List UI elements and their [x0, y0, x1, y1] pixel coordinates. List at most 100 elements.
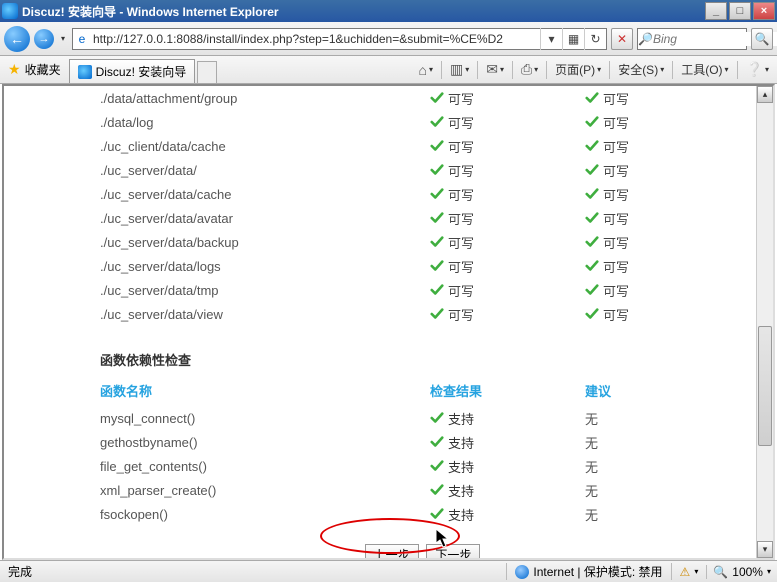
check-icon	[430, 483, 444, 497]
dir-writable: 可写	[430, 233, 585, 252]
help-icon: ❔	[746, 61, 763, 78]
scroll-up-button[interactable]: ▴	[757, 86, 773, 103]
maximize-button[interactable]: □	[729, 2, 751, 20]
check-icon	[430, 115, 444, 129]
window-titlebar: Discuz! 安装向导 - Windows Internet Explorer…	[0, 0, 777, 22]
dir-path: ./uc_server/data/	[100, 163, 430, 178]
func-suggest: 无	[585, 433, 740, 452]
tools-menu[interactable]: 工具(O)▾	[677, 59, 732, 81]
history-dropdown-icon[interactable]: ▾	[540, 28, 562, 50]
forward-button[interactable]: →	[34, 29, 54, 49]
separator	[546, 61, 547, 79]
func-name: fsockopen()	[100, 507, 430, 522]
dir-required: 可写	[585, 209, 740, 228]
check-icon	[585, 115, 599, 129]
home-button[interactable]: ⌂▾	[414, 59, 436, 81]
tab-strip: Discuz! 安装向导	[69, 56, 411, 83]
check-icon	[430, 507, 444, 521]
ie-icon	[2, 3, 18, 19]
new-tab-button[interactable]	[197, 61, 217, 83]
mail-button[interactable]: ✉▾	[482, 59, 508, 81]
window-title: Discuz! 安装向导 - Windows Internet Explorer	[22, 3, 279, 20]
dir-row: ./uc_server/data/tmp可写可写	[100, 278, 745, 302]
back-button[interactable]: ←	[4, 26, 30, 52]
scroll-down-button[interactable]: ▾	[757, 541, 773, 558]
address-bar[interactable]: e ▾ ▦ ↻	[72, 28, 607, 50]
tab-favicon	[78, 65, 92, 79]
status-done-label: 完成	[0, 563, 507, 580]
func-name: gethostbyname()	[100, 435, 430, 450]
vertical-scrollbar[interactable]: ▴ ▾	[756, 86, 773, 558]
next-step-button[interactable]: 下一步	[426, 544, 480, 560]
feeds-button[interactable]: ▥▾	[446, 59, 473, 81]
func-suggest: 无	[585, 505, 740, 524]
dir-path: ./uc_server/data/cache	[100, 187, 430, 202]
func-check-list: mysql_connect()支持无gethostbyname()支持无file…	[100, 406, 745, 526]
check-icon	[430, 91, 444, 105]
directory-permission-list: ./data/attachment/group可写可写./data/log可写可…	[100, 86, 745, 326]
status-protection-indicator[interactable]: ⚠ ▾	[672, 565, 708, 579]
dir-required: 可写	[585, 281, 740, 300]
print-button[interactable]: ⎙▾	[517, 59, 542, 81]
separator	[441, 61, 442, 79]
dir-row: ./uc_server/data/backup可写可写	[100, 230, 745, 254]
check-icon	[430, 459, 444, 473]
separator	[609, 61, 610, 79]
search-go-button[interactable]: 🔍	[751, 28, 773, 50]
separator	[477, 61, 478, 79]
header-func-result: 检查结果	[430, 381, 585, 400]
favorites-label: 收藏夹	[25, 61, 61, 78]
url-input[interactable]	[91, 32, 540, 46]
separator	[672, 61, 673, 79]
func-section-title: 函数依赖性检查	[100, 350, 745, 369]
safety-menu[interactable]: 安全(S)▾	[614, 59, 668, 81]
page-menu[interactable]: 页面(P)▾	[551, 59, 605, 81]
print-icon: ⎙	[521, 61, 532, 78]
func-result: 支持	[430, 433, 585, 452]
status-zone[interactable]: Internet | 保护模式: 禁用	[507, 563, 671, 580]
minimize-button[interactable]: _	[705, 2, 727, 20]
warning-icon: ⚠	[680, 565, 691, 579]
check-icon	[585, 259, 599, 273]
dir-writable: 可写	[430, 281, 585, 300]
feed-icon: ▥	[450, 61, 463, 78]
check-icon	[585, 211, 599, 225]
prev-step-button[interactable]: 上一步	[365, 544, 419, 560]
status-bar: 完成 Internet | 保护模式: 禁用 ⚠ ▾ 🔍 100% ▾	[0, 560, 777, 582]
func-suggest: 无	[585, 481, 740, 500]
separator	[737, 61, 738, 79]
dir-required: 可写	[585, 233, 740, 252]
func-row: file_get_contents()支持无	[100, 454, 745, 478]
func-row: xml_parser_create()支持无	[100, 478, 745, 502]
dir-path: ./data/log	[100, 115, 430, 130]
search-box[interactable]: 🔎	[637, 28, 747, 50]
nav-history-dropdown[interactable]: ▾	[58, 34, 68, 43]
dir-writable: 可写	[430, 305, 585, 324]
star-icon: ★	[8, 61, 21, 78]
dir-row: ./uc_server/data/avatar可写可写	[100, 206, 745, 230]
dir-path: ./uc_server/data/tmp	[100, 283, 430, 298]
dir-writable: 可写	[430, 257, 585, 276]
refresh-button[interactable]: ↻	[584, 28, 606, 50]
close-button[interactable]: ×	[753, 2, 775, 20]
stop-button[interactable]: ✕	[611, 28, 633, 50]
help-button[interactable]: ❔▾	[742, 59, 773, 81]
func-suggest: 无	[585, 457, 740, 476]
scroll-thumb[interactable]	[758, 326, 772, 446]
func-row: mysql_connect()支持无	[100, 406, 745, 430]
dir-writable: 可写	[430, 137, 585, 156]
dir-required: 可写	[585, 257, 740, 276]
compat-view-icon[interactable]: ▦	[562, 28, 584, 50]
tab-active[interactable]: Discuz! 安装向导	[69, 59, 196, 83]
dir-required: 可写	[585, 89, 740, 108]
dir-row: ./data/attachment/group可写可写	[100, 86, 745, 110]
address-toolbar: ← → ▾ e ▾ ▦ ↻ ✕ 🔎 🔍	[0, 22, 777, 56]
dir-required: 可写	[585, 113, 740, 132]
zoom-control[interactable]: 🔍 100% ▾	[707, 565, 777, 579]
check-icon	[430, 235, 444, 249]
func-row: fsockopen()支持无	[100, 502, 745, 526]
header-func-name: 函数名称	[100, 381, 430, 400]
home-icon: ⌂	[418, 62, 426, 78]
favorites-button[interactable]: ★ 收藏夹	[0, 61, 69, 78]
zoom-value: 100%	[732, 565, 763, 579]
